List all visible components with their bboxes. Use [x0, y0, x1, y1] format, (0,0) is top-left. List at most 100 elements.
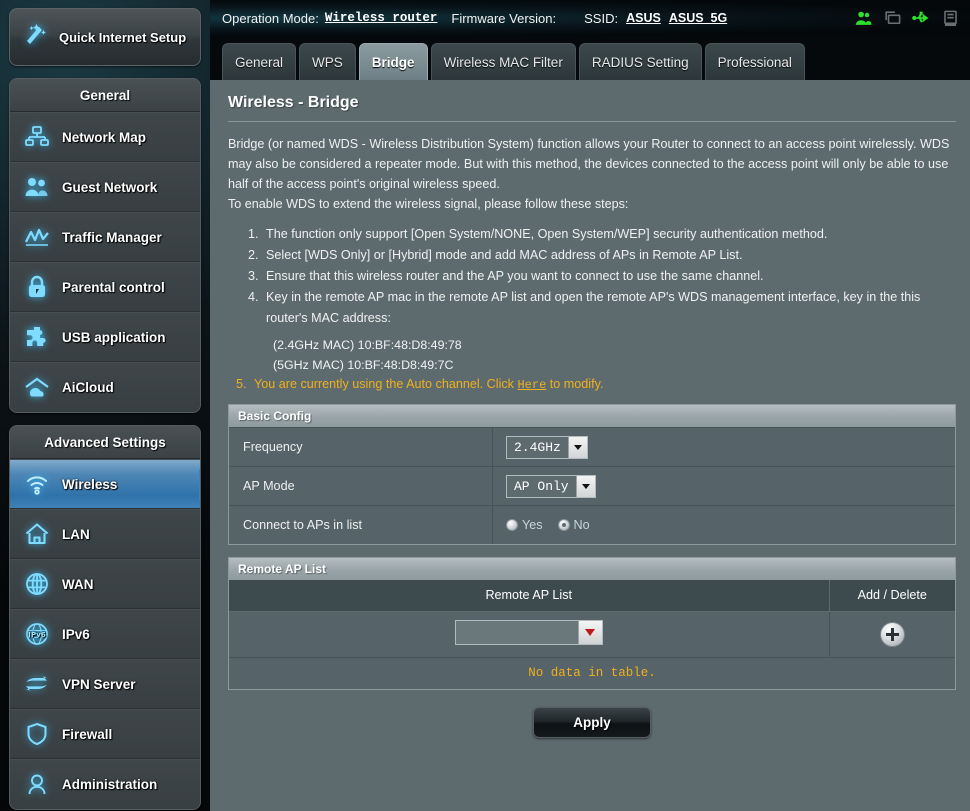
- plus-icon[interactable]: [879, 621, 905, 647]
- devices-icon[interactable]: [882, 8, 902, 28]
- sidebar-item-lan[interactable]: LAN: [10, 509, 200, 559]
- remote-ap-select[interactable]: [454, 619, 603, 645]
- page-title: Wireless - Bridge: [228, 94, 359, 111]
- lock-icon: [22, 272, 52, 302]
- ssid-label: SSID:: [584, 10, 619, 26]
- quick-internet-setup-label: Quick Internet Setup: [59, 29, 187, 45]
- frequency-label: Frequency: [229, 428, 493, 466]
- here-link[interactable]: Here: [517, 378, 546, 392]
- operation-mode-link[interactable]: Wireless router: [325, 11, 438, 25]
- apply-button[interactable]: Apply: [533, 707, 651, 738]
- note-text-before: You are currently using the Auto channel…: [254, 377, 514, 391]
- tab-bridge[interactable]: Bridge: [358, 43, 428, 80]
- globe-icon: [22, 569, 52, 599]
- sidebar-item-parental-control[interactable]: Parental control: [10, 262, 200, 312]
- step-item: Ensure that this wireless router and the…: [262, 266, 956, 287]
- steps-list: The function only support [Open System/N…: [228, 224, 956, 329]
- sidebar-item-administration[interactable]: Administration: [10, 759, 200, 809]
- sidebar: Quick Internet Setup General Network Map: [0, 0, 210, 811]
- ap-mode-label: AP Mode: [229, 467, 493, 505]
- table-row: [229, 611, 955, 658]
- connect-to-aps-row: Connect to APs in list Yes No: [229, 505, 955, 544]
- add-cell: [829, 611, 955, 658]
- printer-icon[interactable]: [940, 8, 960, 28]
- basic-config-header: Basic Config: [229, 405, 955, 427]
- home-icon: [22, 519, 52, 549]
- usb-icon[interactable]: [911, 8, 931, 28]
- no-data-message: No data in table.: [229, 657, 955, 689]
- sidebar-item-traffic-manager[interactable]: Traffic Manager: [10, 212, 200, 262]
- sidebar-item-ipv6[interactable]: IPv6 IPv6: [10, 609, 200, 659]
- sidebar-item-label: LAN: [62, 526, 90, 542]
- tab-radius-setting[interactable]: RADIUS Setting: [578, 43, 702, 80]
- mac-address-block: (2.4GHz MAC) 10:BF:48:D8:49:78 (5GHz MAC…: [228, 335, 956, 375]
- radio-circle-selected-icon: [557, 519, 570, 531]
- remote-ap-input-cell: [229, 611, 830, 658]
- step-item: The function only support [Open System/N…: [262, 224, 956, 245]
- connect-yes-radio[interactable]: Yes: [506, 518, 543, 532]
- guest-network-icon: [22, 172, 52, 202]
- sidebar-item-label: Traffic Manager: [62, 229, 162, 245]
- general-nav-group: General Network Map Guest Network Traffi…: [9, 78, 201, 413]
- ssid-24g-link[interactable]: ASUS: [626, 11, 661, 25]
- description-paragraph-1: Bridge (or named WDS - Wireless Distribu…: [228, 137, 950, 191]
- column-remote-ap-list: Remote AP List: [229, 580, 830, 612]
- clients-icon[interactable]: [853, 8, 873, 28]
- ap-mode-select-value: AP Only: [514, 478, 569, 494]
- connect-no-radio[interactable]: No: [557, 518, 590, 532]
- firmware-version-label: Firmware Version:: [451, 10, 557, 26]
- empty-row: No data in table.: [229, 657, 955, 689]
- remote-ap-table: Remote AP List Add / Delete No data in t…: [229, 580, 955, 689]
- sidebar-item-wan[interactable]: WAN: [10, 559, 200, 609]
- step-item: Select [WDS Only] or [Hybrid] mode and a…: [262, 245, 956, 266]
- basic-config-panel: Basic Config Frequency 2.4GHz AP Mode AP…: [228, 404, 956, 545]
- ipv6-globe-icon: IPv6: [22, 619, 52, 649]
- ssid-5g-link[interactable]: ASUS_5G: [669, 11, 727, 25]
- shield-icon: [22, 719, 52, 749]
- sidebar-item-aicloud[interactable]: AiCloud: [10, 362, 200, 412]
- table-header-row: Remote AP List Add / Delete: [229, 580, 955, 612]
- ap-mode-row: AP Mode AP Only: [229, 466, 955, 505]
- tab-bar: General WPS Bridge Wireless MAC Filter R…: [210, 36, 970, 80]
- frequency-select[interactable]: 2.4GHz: [506, 435, 588, 459]
- note-text-after: to modify.: [549, 377, 604, 391]
- main-pane: Operation Mode: Wireless router Firmware…: [210, 0, 970, 811]
- ap-mode-select[interactable]: AP Only: [506, 474, 596, 498]
- sidebar-item-firewall[interactable]: Firewall: [10, 709, 200, 759]
- sidebar-item-label: WAN: [62, 576, 94, 592]
- sidebar-item-label: Administration: [62, 777, 158, 792]
- sidebar-item-guest-network[interactable]: Guest Network: [10, 162, 200, 212]
- remote-ap-list-header: Remote AP List: [229, 558, 955, 580]
- tab-wireless-mac-filter[interactable]: Wireless MAC Filter: [430, 43, 576, 80]
- tab-professional[interactable]: Professional: [704, 43, 805, 80]
- mac-5ghz: (5GHz MAC) 10:BF:48:D8:49:7C: [273, 358, 454, 372]
- tab-wps[interactable]: WPS: [299, 43, 356, 80]
- sidebar-item-label: Network Map: [62, 129, 147, 145]
- radio-circle-icon: [506, 519, 518, 531]
- magic-wand-icon: [20, 22, 50, 52]
- user-admin-icon: [22, 770, 52, 800]
- traffic-manager-icon: [22, 222, 52, 252]
- auto-channel-note: 5. You are currently using the Auto chan…: [228, 377, 956, 392]
- status-topbar: Operation Mode: Wireless router Firmware…: [210, 0, 970, 36]
- router-admin-page: Quick Internet Setup General Network Map: [0, 0, 970, 811]
- sidebar-item-usb-application[interactable]: USB application: [10, 312, 200, 362]
- advanced-nav-group: Advanced Settings Wireless LAN WAN IPv6 …: [9, 425, 201, 810]
- sidebar-item-network-map[interactable]: Network Map: [10, 112, 200, 162]
- remote-ap-list-panel: Remote AP List Remote AP List Add / Dele…: [228, 557, 956, 690]
- sidebar-item-label: Guest Network: [62, 179, 158, 195]
- quick-internet-setup-button[interactable]: Quick Internet Setup: [9, 8, 201, 66]
- mac-24ghz: (2.4GHz MAC) 10:BF:48:D8:49:78: [273, 338, 462, 352]
- sidebar-item-vpn-server[interactable]: VPN Server: [10, 659, 200, 709]
- svg-text:IPv6: IPv6: [28, 630, 46, 639]
- title-divider: [228, 121, 956, 122]
- step-item: Key in the remote AP mac in the remote A…: [262, 287, 956, 329]
- content-area: Wireless - Bridge Bridge (or named WDS -…: [210, 80, 970, 811]
- aicloud-icon: [22, 373, 52, 403]
- chevron-down-icon: [577, 620, 602, 644]
- sidebar-item-wireless[interactable]: Wireless: [10, 459, 200, 509]
- sidebar-item-label: Parental control: [62, 279, 165, 295]
- tab-general[interactable]: General: [222, 43, 297, 80]
- note-number: 5.: [236, 377, 247, 391]
- operation-mode-label: Operation Mode:: [222, 10, 319, 26]
